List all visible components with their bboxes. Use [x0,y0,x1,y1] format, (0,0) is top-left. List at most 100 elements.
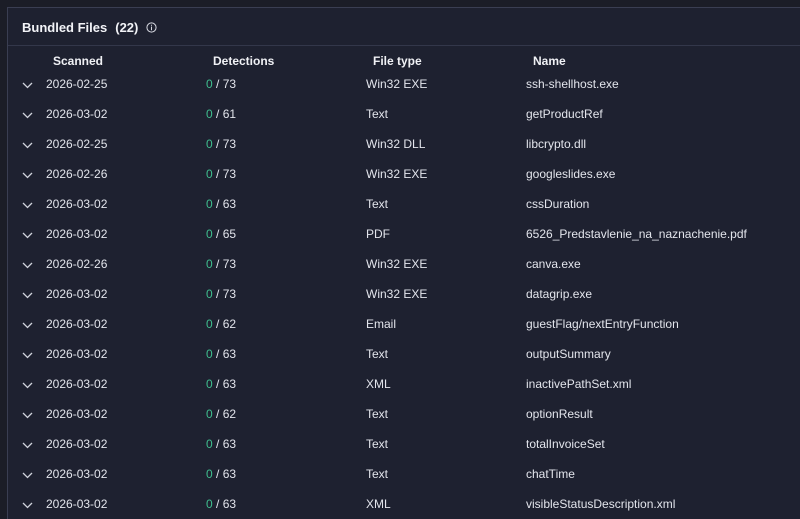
detections: 0 / 63 [206,377,236,391]
detections-positives: 0 [206,347,213,361]
header-divider [8,45,800,46]
detections-positives: 0 [206,257,213,271]
detections: 0 / 63 [206,467,236,481]
detections-total: / 73 [212,137,237,151]
chevron-down-icon[interactable] [22,232,33,239]
chevron-down-icon[interactable] [22,472,33,479]
chevron-down-icon[interactable] [22,292,33,299]
detections-total: / 65 [212,227,237,241]
scanned-date: 2026-02-25 [46,77,108,91]
detections: 0 / 73 [206,257,236,271]
detections-positives: 0 [206,167,213,181]
chevron-down-icon[interactable] [22,382,33,389]
chevron-down-icon[interactable] [22,412,33,419]
scanned-date: 2026-03-02 [46,347,108,361]
table-header: Scanned Detections File type Name [8,54,800,70]
file-name[interactable]: outputSummary [526,347,611,361]
detections-positives: 0 [206,407,213,421]
file-name[interactable]: totalInvoiceSet [526,437,605,451]
detections: 0 / 63 [206,197,236,211]
file-name[interactable]: guestFlag/nextEntryFunction [526,317,679,331]
detections-positives: 0 [206,437,213,451]
column-header-scanned[interactable]: Scanned [53,54,103,68]
table-row[interactable]: 2026-03-02 0 / 63 XML inactivePathSet.xm… [8,370,800,400]
file-name[interactable]: inactivePathSet.xml [526,377,631,391]
detections-total: / 73 [212,287,237,301]
detections: 0 / 73 [206,137,236,151]
column-header-file-type[interactable]: File type [373,54,422,68]
table-row[interactable]: 2026-02-26 0 / 73 Win32 EXE googleslides… [8,160,800,190]
detections-positives: 0 [206,107,213,121]
table-row[interactable]: 2026-03-02 0 / 62 Email guestFlag/nextEn… [8,310,800,340]
detections-positives: 0 [206,137,213,151]
detections-total: / 62 [212,407,237,421]
bundled-files-table-body: 2026-02-25 0 / 73 Win32 EXE ssh-shellhos… [8,70,800,519]
detections-total: / 63 [212,437,237,451]
table-row[interactable]: 2026-03-02 0 / 65 PDF 6526_Predstavlenie… [8,220,800,250]
table-row[interactable]: 2026-02-26 0 / 73 Win32 EXE canva.exe [8,250,800,280]
chevron-down-icon[interactable] [22,442,33,449]
table-row[interactable]: 2026-03-02 0 / 62 Text optionResult [8,400,800,430]
scanned-date: 2026-03-02 [46,437,108,451]
detections-total: / 73 [212,77,237,91]
file-type: Text [366,407,389,421]
chevron-down-icon[interactable] [22,262,33,269]
detections: 0 / 65 [206,227,236,241]
scanned-date: 2026-03-02 [46,227,108,241]
detections-total: / 73 [212,167,237,181]
column-header-detections[interactable]: Detections [213,54,274,68]
bundled-files-count: (22) [115,19,139,35]
file-type: Text [366,437,389,451]
chevron-down-icon[interactable] [22,112,33,119]
chevron-down-icon[interactable] [22,202,33,209]
chevron-down-icon[interactable] [22,352,33,359]
detections: 0 / 63 [206,347,236,361]
file-type: Email [366,317,397,331]
table-row[interactable]: 2026-03-02 0 / 61 Text getProductRef [8,100,800,130]
chevron-down-icon[interactable] [22,82,33,89]
file-type: XML [366,497,391,511]
file-type: Win32 DLL [366,137,426,151]
table-row[interactable]: 2026-03-02 0 / 63 Text totalInvoiceSet [8,430,800,460]
file-name[interactable]: libcrypto.dll [526,137,586,151]
table-row[interactable]: 2026-03-02 0 / 63 XML visibleStatusDescr… [8,490,800,519]
detections-positives: 0 [206,467,213,481]
table-row[interactable]: 2026-03-02 0 / 63 Text outputSummary [8,340,800,370]
detections: 0 / 62 [206,317,236,331]
file-name[interactable]: cssDuration [526,197,589,211]
file-name[interactable]: canva.exe [526,257,581,271]
column-header-name[interactable]: Name [533,54,566,68]
chevron-down-icon[interactable] [22,502,33,509]
file-name[interactable]: visibleStatusDescription.xml [526,497,675,511]
table-row[interactable]: 2026-03-02 0 / 63 Text cssDuration [8,190,800,220]
scanned-date: 2026-03-02 [46,377,108,391]
file-name[interactable]: chatTime [526,467,575,481]
chevron-down-icon[interactable] [22,322,33,329]
detections-positives: 0 [206,227,213,241]
file-type: Win32 EXE [366,77,428,91]
detections-total: / 73 [212,257,237,271]
chevron-down-icon[interactable] [22,142,33,149]
table-row[interactable]: 2026-02-25 0 / 73 Win32 DLL libcrypto.dl… [8,130,800,160]
scanned-date: 2026-03-02 [46,107,108,121]
table-row[interactable]: 2026-02-25 0 / 73 Win32 EXE ssh-shellhos… [8,70,800,100]
chevron-down-icon[interactable] [22,172,33,179]
panel-header: Bundled Files (22) [22,17,157,37]
table-row[interactable]: 2026-03-02 0 / 63 Text chatTime [8,460,800,490]
scanned-date: 2026-02-26 [46,257,108,271]
detections-positives: 0 [206,317,213,331]
file-name[interactable]: googleslides.exe [526,167,615,181]
file-name[interactable]: 6526_Predstavlenie_na_naznachenie.pdf [526,227,747,241]
detections-total: / 63 [212,497,237,511]
file-name[interactable]: optionResult [526,407,593,421]
scanned-date: 2026-03-02 [46,287,108,301]
table-row[interactable]: 2026-03-02 0 / 73 Win32 EXE datagrip.exe [8,280,800,310]
file-type: Text [366,107,389,121]
detections-total: / 62 [212,317,237,331]
file-name[interactable]: getProductRef [526,107,603,121]
detections-positives: 0 [206,77,213,91]
file-name[interactable]: datagrip.exe [526,287,592,301]
file-name[interactable]: ssh-shellhost.exe [526,77,619,91]
info-circle-icon[interactable] [146,21,157,33]
detections: 0 / 62 [206,407,236,421]
